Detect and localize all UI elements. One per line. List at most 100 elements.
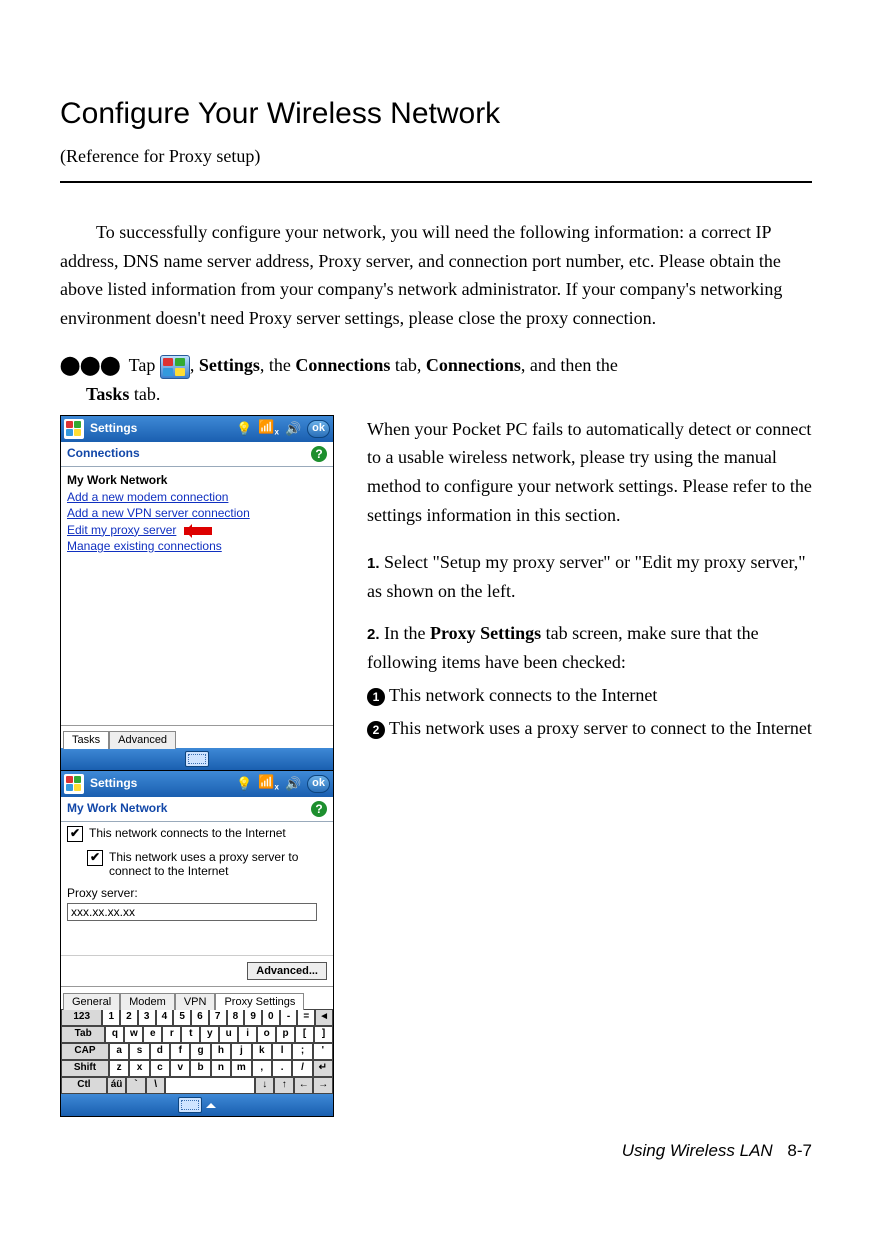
key[interactable]: 5 (173, 1009, 191, 1026)
key[interactable]: ◄ (315, 1009, 333, 1026)
key[interactable]: o (257, 1026, 276, 1043)
key[interactable]: Tab (61, 1026, 105, 1043)
key[interactable]: p (276, 1026, 295, 1043)
help-icon[interactable]: ? (311, 446, 327, 462)
key[interactable]: d (150, 1043, 170, 1060)
key[interactable] (165, 1077, 255, 1094)
step-bold: Tasks (86, 384, 129, 404)
key[interactable]: áü (107, 1077, 127, 1094)
key[interactable]: k (252, 1043, 272, 1060)
key[interactable]: s (129, 1043, 149, 1060)
help-icon[interactable]: ? (311, 801, 327, 817)
step-text: tab, (390, 355, 426, 375)
key[interactable]: . (272, 1060, 292, 1077)
key[interactable]: Ctl (61, 1077, 107, 1094)
key[interactable]: u (219, 1026, 238, 1043)
key[interactable]: \ (146, 1077, 166, 1094)
key[interactable]: h (211, 1043, 231, 1060)
step-number: 1. (367, 555, 380, 572)
key[interactable]: 1 (102, 1009, 120, 1026)
tab-modem[interactable]: Modem (120, 993, 175, 1010)
key[interactable]: ` (126, 1077, 146, 1094)
bulb-icon[interactable]: 💡 (236, 776, 252, 792)
key[interactable]: ] (314, 1026, 333, 1043)
tab-general[interactable]: General (63, 993, 120, 1010)
key[interactable]: b (190, 1060, 210, 1077)
key[interactable]: 8 (227, 1009, 245, 1026)
bullet-icon: ⬤⬤⬤ (60, 355, 120, 375)
tab-tasks[interactable]: Tasks (63, 731, 109, 748)
key[interactable]: c (150, 1060, 170, 1077)
ok-button[interactable]: ok (307, 775, 330, 793)
key[interactable]: l (272, 1043, 292, 1060)
chevron-up-icon[interactable] (206, 1098, 216, 1108)
circled-2-icon: 2 (367, 721, 385, 739)
bulb-icon[interactable]: 💡 (236, 421, 252, 437)
keyboard-toggle-icon[interactable] (185, 751, 209, 767)
key[interactable]: 9 (244, 1009, 262, 1026)
key[interactable]: e (143, 1026, 162, 1043)
speaker-icon[interactable]: 🔊 (285, 421, 301, 437)
key[interactable]: CAP (61, 1043, 109, 1060)
tab-advanced[interactable]: Advanced (109, 731, 176, 748)
speaker-icon[interactable]: 🔊 (285, 776, 301, 792)
red-arrow-callout-icon (184, 527, 212, 535)
key[interactable]: 0 (262, 1009, 280, 1026)
key[interactable]: 2 (120, 1009, 138, 1026)
key[interactable]: 123 (61, 1009, 102, 1026)
link-add-vpn[interactable]: Add a new VPN server connection (61, 505, 333, 521)
key[interactable]: q (105, 1026, 124, 1043)
sip-bar (61, 748, 333, 770)
key[interactable]: 7 (209, 1009, 227, 1026)
start-icon[interactable] (64, 774, 84, 794)
key[interactable]: ↑ (274, 1077, 294, 1094)
key[interactable]: ↓ (255, 1077, 275, 1094)
key[interactable]: v (170, 1060, 190, 1077)
key[interactable]: 6 (191, 1009, 209, 1026)
key[interactable]: ' (313, 1043, 333, 1060)
key[interactable]: r (162, 1026, 181, 1043)
tab-proxy-settings[interactable]: Proxy Settings (215, 993, 304, 1010)
proxy-server-input[interactable] (67, 903, 317, 921)
key[interactable]: n (211, 1060, 231, 1077)
link-edit-proxy[interactable]: Edit my proxy server (67, 523, 176, 537)
window-title: Settings (90, 776, 137, 790)
soft-keyboard[interactable]: 1231234567890-=◄ Tabqwertyuiop[] CAPasdf… (61, 1009, 333, 1094)
key[interactable]: g (190, 1043, 210, 1060)
link-manage-connections[interactable]: Manage existing connections (61, 538, 333, 554)
key[interactable]: 3 (138, 1009, 156, 1026)
checkbox-connects-internet[interactable]: ✔ (67, 826, 83, 842)
key[interactable]: = (297, 1009, 315, 1026)
key[interactable]: - (280, 1009, 298, 1026)
checkbox-uses-proxy[interactable]: ✔ (87, 850, 103, 866)
keyboard-toggle-icon[interactable] (178, 1097, 202, 1113)
key[interactable]: ; (292, 1043, 312, 1060)
key[interactable]: x (129, 1060, 149, 1077)
ok-button[interactable]: ok (307, 420, 330, 438)
key[interactable]: m (231, 1060, 251, 1077)
tab-vpn[interactable]: VPN (175, 993, 216, 1010)
key[interactable]: / (292, 1060, 312, 1077)
signal-x-icon[interactable]: 📶x (258, 419, 279, 437)
key[interactable]: t (181, 1026, 200, 1043)
key[interactable]: f (170, 1043, 190, 1060)
key[interactable]: , (252, 1060, 272, 1077)
link-add-modem[interactable]: Add a new modem connection (61, 489, 333, 505)
signal-x-icon[interactable]: 📶x (258, 774, 279, 792)
key[interactable]: j (231, 1043, 251, 1060)
start-icon[interactable] (64, 419, 84, 439)
key[interactable]: i (238, 1026, 257, 1043)
key[interactable]: ↵ (313, 1060, 333, 1077)
key[interactable]: [ (295, 1026, 314, 1043)
key[interactable]: 4 (156, 1009, 174, 1026)
key[interactable]: a (109, 1043, 129, 1060)
key[interactable]: y (200, 1026, 219, 1043)
key[interactable]: Shift (61, 1060, 109, 1077)
key[interactable]: → (313, 1077, 333, 1094)
key[interactable]: z (109, 1060, 129, 1077)
proxy-label: Proxy server: (67, 886, 327, 900)
key[interactable]: w (124, 1026, 143, 1043)
advanced-button[interactable]: Advanced... (247, 962, 327, 980)
key[interactable]: ← (294, 1077, 314, 1094)
page-subtitle: (Reference for Proxy setup) (60, 142, 812, 171)
